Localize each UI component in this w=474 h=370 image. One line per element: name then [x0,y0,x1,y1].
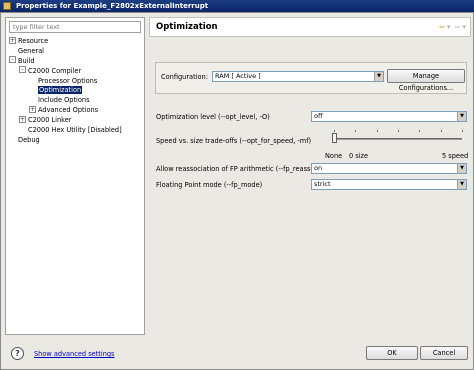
properties-dialog: +ResourceGeneral-Build-C2000 CompilerPro… [0,12,474,370]
tree-item[interactable]: C2000 Hex Utility [Disabled] [9,126,144,136]
tree-item[interactable]: - C2000 Compiler [9,66,144,77]
fp-reassoc-select[interactable]: on ▼ [311,163,467,174]
configuration-select[interactable]: RAM [ Active ] ▼ [212,71,384,82]
dialog-footer: ? Show advanced settings OK Cancel [1,339,473,369]
window-app-icon [3,2,11,10]
filter-input[interactable] [9,21,141,33]
forward-menu-chevron-icon[interactable]: ▾ [462,23,466,31]
slider-tick [419,130,421,132]
expand-icon[interactable]: + [9,36,16,44]
ok-button[interactable]: OK [366,346,418,360]
speed-size-label: Speed vs. size trade-offs (--opt_for_spe… [156,137,312,145]
manage-configurations-button[interactable]: Manage Configurations... [387,69,465,92]
fp-reassoc-value: on [314,164,323,172]
slider-tick [334,130,335,132]
slider-tick [355,130,357,132]
tree-item-label: C2000 Linker [28,116,72,125]
tree-item-label: General [18,46,44,55]
opt-level-value: off [314,112,323,120]
configuration-group: Configuration: RAM [ Active ] ▼ Manage C… [155,62,467,94]
tree-item[interactable]: - Build [9,56,144,67]
tree-item-label: Include Options [38,96,90,105]
chevron-down-icon: ▼ [457,164,466,173]
slider-thumb[interactable] [332,133,337,143]
chevron-down-icon: ▼ [374,72,383,81]
tree-item[interactable]: General [9,47,144,57]
cancel-button[interactable]: Cancel [420,346,468,360]
slider-tick [376,130,378,132]
tree-item-label: Processor Options [38,76,98,85]
back-menu-chevron-icon[interactable]: ▾ [447,23,451,31]
window-title-bar: Properties for Example_F2802xExternalInt… [0,0,474,12]
tree-item-label: C2000 Compiler [28,66,82,75]
tree-item-label: Build [18,56,35,65]
speed-tick-0: 0 size [349,152,369,160]
expand-icon[interactable]: + [19,115,26,123]
tree-item[interactable]: Debug [9,136,144,146]
configuration-label: Configuration: [161,73,208,81]
tree-item[interactable]: Optimization [9,86,144,96]
speed-tick-none: None [325,152,343,160]
tree-item[interactable]: + Resource [9,36,144,47]
opt-level-label: Optimization level (--opt_level, -O) [156,113,270,121]
tree-item[interactable]: + C2000 Linker [9,115,144,126]
tree-item-label: Advanced Options [38,106,99,115]
window-title: Properties for Example_F2802xExternalInt… [16,2,209,10]
configuration-value: RAM [ Active ] [215,72,261,80]
help-icon[interactable]: ? [11,347,24,360]
fp-mode-value: strict [314,180,331,188]
tree-item-label: Optimization [38,86,83,95]
tree-item[interactable]: Processor Options [9,77,144,87]
page-title: Optimization [156,22,218,32]
settings-pane: Optimization ⇦ ▾ ⇨ ▾ Configuration: RAM [ … [149,17,471,335]
tree-item-label: C2000 Hex Utility [Disabled] [28,126,122,135]
forward-arrow-icon[interactable]: ⇨ [455,23,461,31]
history-nav: ⇦ ▾ ⇨ ▾ [437,23,466,31]
speed-tick-5: 5 speed [442,152,469,160]
expand-icon[interactable]: + [29,105,36,113]
fp-mode-select[interactable]: strict ▼ [311,179,467,190]
collapse-icon[interactable]: - [9,56,16,64]
chevron-down-icon: ▼ [457,180,466,189]
show-advanced-settings-link[interactable]: Show advanced settings [34,350,115,358]
tree-item-label: Resource [18,37,49,45]
slider-tick [398,130,399,132]
slider-tick [462,130,463,132]
fp-reassoc-label: Allow reassociation of FP arithmetic (--… [156,165,321,173]
navigation-pane: +ResourceGeneral-Build-C2000 CompilerPro… [5,17,145,335]
chevron-down-icon: ▼ [457,112,466,121]
slider-tick [440,130,442,132]
tree-item[interactable]: + Advanced Options [9,105,144,116]
tree-item-label: Debug [18,135,40,144]
fp-mode-label: Floating Point mode (--fp_mode) [156,181,263,189]
page-header: Optimization ⇦ ▾ ⇨ ▾ [149,17,471,37]
back-arrow-icon[interactable]: ⇦ [439,23,445,31]
slider-track [334,138,462,140]
collapse-icon[interactable]: - [19,66,26,74]
opt-level-select[interactable]: off ▼ [311,111,467,122]
property-tree: + Resource General - Build - C2000 Compiler Pro… [9,36,144,146]
